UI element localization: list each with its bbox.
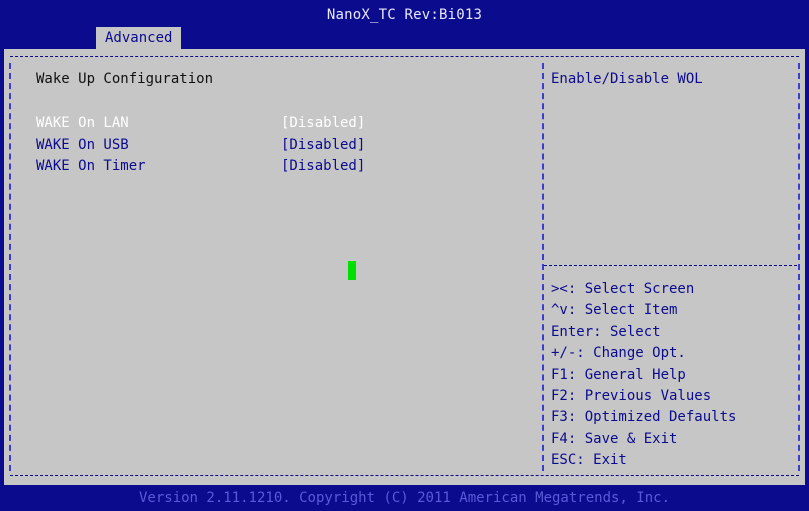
key-hint: F1: General Help [551,366,686,383]
key-hint: F3: Optimized Defaults [551,409,737,426]
key-hint: F2: Previous Values [551,387,712,404]
setting-value[interactable]: [Disabled] [281,137,365,153]
bios-header: NanoX_TC Rev:Bi013 Advanced [0,0,809,49]
frame-left-border [9,63,11,471]
frame-divider [542,63,544,471]
setting-label: WAKE On USB [36,137,129,153]
setting-value[interactable]: [Disabled] [281,115,365,131]
setting-label: WAKE On LAN [36,115,129,131]
key-hint: F4: Save & Exit [551,430,678,447]
version-footer: Version 2.11.1210. Copyright (C) 2011 Am… [138,490,670,506]
frame-right-border [798,63,800,471]
setting-wake-on-lan[interactable]: WAKE On LAN [Disabled] [36,113,365,133]
help-separator [544,265,797,266]
section-title: Wake Up Configuration [36,71,214,87]
setting-wake-on-usb[interactable]: WAKE On USB [Disabled] [36,135,365,155]
frame-bottom-border [10,475,799,476]
frame-top-border [10,56,799,57]
key-hint: ESC: Exit [551,452,627,469]
bios-title: NanoX_TC Rev:Bi013 [326,7,483,23]
main-panel: Wake Up Configuration WAKE On LAN [Disabl… [4,49,805,485]
setting-label: WAKE On Timer [36,158,146,174]
tab-advanced[interactable]: Advanced [96,27,182,49]
key-hint: ^v: Select Item [551,302,678,319]
key-hint: Enter: Select [551,323,661,340]
setting-value[interactable]: [Disabled] [281,158,365,174]
text-cursor [348,261,356,280]
key-hint: ><: Select Screen [551,281,695,297]
help-description: Enable/Disable WOL [551,71,703,87]
key-hint: +/-: Change Opt. [551,345,686,362]
setting-wake-on-timer[interactable]: WAKE On Timer [Disabled] [36,156,365,176]
key-legend: ><: Select Screen ^v: Select Item Enter:… [551,279,736,472]
